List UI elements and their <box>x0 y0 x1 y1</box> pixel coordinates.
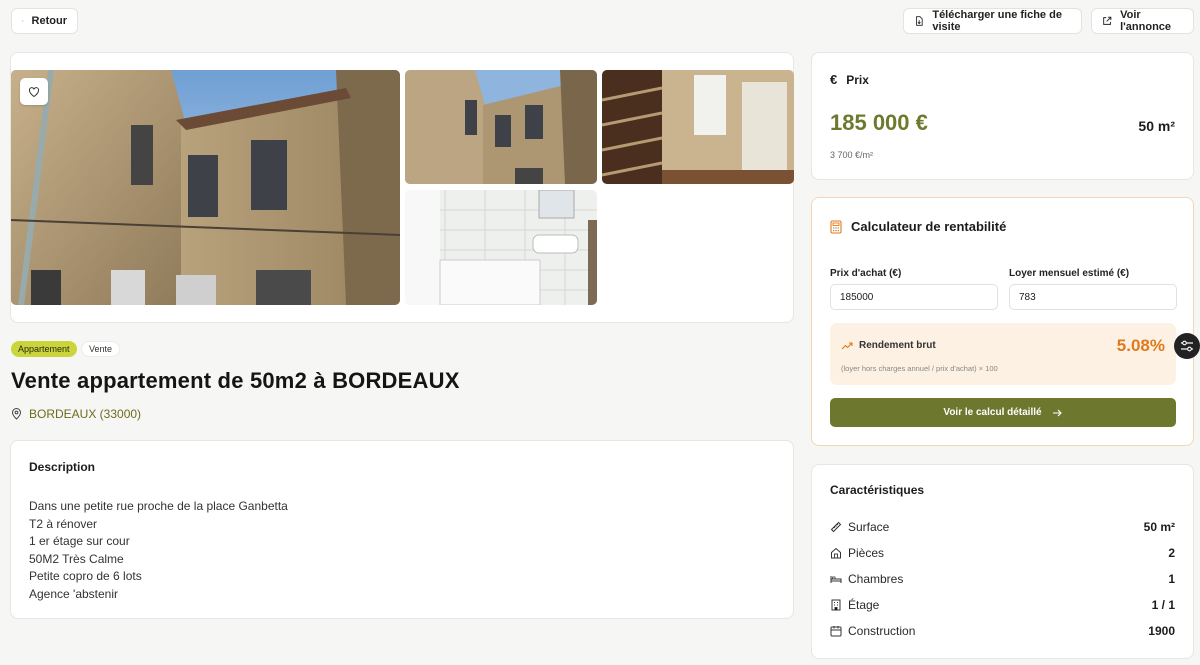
detailed-calculation-label: Voir le calcul détaillé <box>943 407 1042 418</box>
detailed-calculation-button[interactable]: Voir le calcul détaillé <box>830 398 1176 427</box>
yield-calculator-card: Calculateur de rentabilité Prix d'achat … <box>811 197 1194 446</box>
back-label: Retour <box>31 15 67 27</box>
price-heading: Prix <box>846 72 869 87</box>
feature-value: 1 / 1 <box>1151 598 1175 612</box>
feature-row-surface: Surface 50 m² <box>830 519 1175 535</box>
description-line: Dans une petite rue proche de la place G… <box>29 499 288 513</box>
photo-4[interactable] <box>405 190 597 305</box>
feature-label: Construction <box>848 624 916 638</box>
transaction-type-tag: Vente <box>81 341 121 357</box>
arrow-right-icon <box>1052 409 1062 416</box>
description-line: Petite copro de 6 lots <box>29 569 142 584</box>
file-download-icon <box>916 16 923 26</box>
gross-yield-label: Rendement brut <box>859 340 936 351</box>
price-surface: 50 m² <box>1138 118 1175 134</box>
building-icon <box>831 599 841 611</box>
external-link-icon <box>1103 16 1112 25</box>
photo-gallery <box>10 52 794 323</box>
gross-yield-box: Rendement brut 5.08% (loyer hors charges… <box>830 323 1176 385</box>
purchase-price-label: Prix d'achat (€) <box>830 268 902 279</box>
feature-row-floor: Étage 1 / 1 <box>830 597 1175 613</box>
description-line: Agence 'abstenir <box>29 586 119 601</box>
trending-up-icon <box>841 341 853 349</box>
price-card: € Prix 185 000 € 50 m² 3 700 €/m² <box>811 52 1194 180</box>
price-per-m2: 3 700 €/m² <box>830 150 874 160</box>
location-label: BORDEAUX (33000) <box>29 407 142 421</box>
download-label: Télécharger une fiche de visite <box>932 9 1062 33</box>
feature-label: Pièces <box>848 546 885 560</box>
feature-label: Surface <box>848 520 890 534</box>
calculator-heading: Calculateur de rentabilité <box>851 219 1007 234</box>
view-listing-button[interactable]: Voir l'annonce <box>1091 8 1194 34</box>
feature-value: 2 <box>1168 546 1175 560</box>
filter-toggle-button[interactable] <box>1174 333 1200 359</box>
calendar-icon <box>830 626 842 637</box>
euro-icon: € <box>830 72 838 87</box>
download-visit-sheet-button[interactable]: Télécharger une fiche de visite <box>903 8 1082 34</box>
description-line: 1 er étage sur cour <box>29 534 130 549</box>
sliders-icon <box>1181 340 1193 352</box>
purchase-price-input[interactable]: 185000 <box>830 284 998 310</box>
feature-value: 1 <box>1168 572 1175 586</box>
feature-value: 1900 <box>1148 624 1175 638</box>
feature-row-rooms: Pièces 2 <box>830 545 1175 561</box>
gross-yield-formula: (loyer hors charges annuel / prix d'acha… <box>841 364 998 373</box>
property-type-tag: Appartement <box>11 341 77 357</box>
monthly-rent-label: Loyer mensuel estimé (€) <box>1009 268 1130 279</box>
photo-3[interactable] <box>602 70 794 184</box>
description-text: Dans une petite rue proche de la place G… <box>29 498 775 604</box>
calculator-icon <box>830 219 842 234</box>
main-photo[interactable] <box>11 70 400 305</box>
favorite-button[interactable] <box>20 78 48 105</box>
description-line: 50M2 Très Calme <box>29 551 124 566</box>
features-heading: Caractéristiques <box>830 483 925 497</box>
map-pin-icon <box>11 408 22 420</box>
arrow-left-icon <box>22 20 24 22</box>
listing-title: Vente appartement de 50m2 à BORDEAUX <box>11 368 460 393</box>
feature-row-bedrooms: Chambres 1 <box>830 571 1175 587</box>
feature-label: Chambres <box>848 572 904 586</box>
back-button[interactable]: Retour <box>11 8 78 34</box>
home-icon <box>831 547 841 559</box>
photo-2[interactable] <box>405 70 597 184</box>
feature-value: 50 m² <box>1143 520 1175 534</box>
feature-label: Étage <box>848 598 880 612</box>
location: BORDEAUX (33000) <box>11 407 141 421</box>
features-card: Caractéristiques Surface 50 m² Pièces 2 … <box>811 464 1194 659</box>
ruler-icon <box>830 521 842 533</box>
description-heading: Description <box>29 460 96 474</box>
description-card: Description Dans une petite rue proche d… <box>10 440 794 619</box>
gross-yield-value: 5.08% <box>1116 336 1165 355</box>
feature-row-construction: Construction 1900 <box>830 623 1175 639</box>
heart-icon <box>28 86 40 97</box>
view-label: Voir l'annonce <box>1120 9 1172 33</box>
price-amount: 185 000 € <box>830 110 928 135</box>
monthly-rent-input[interactable]: 783 <box>1009 284 1177 310</box>
description-line: T2 à rénover <box>29 516 98 531</box>
bed-icon <box>830 576 842 583</box>
